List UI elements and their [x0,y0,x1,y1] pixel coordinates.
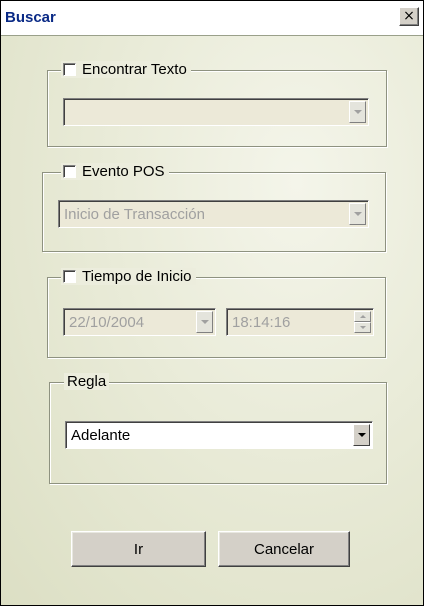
start-time-group: Tiempo de Inicio 22/10/2004 18:14:16 [47,268,386,358]
find-text-dropdown-button[interactable] [349,101,366,123]
rule-dropdown-button[interactable] [353,424,370,446]
pos-event-combo[interactable]: Inicio de Transacción [58,200,369,228]
chevron-down-icon [353,212,362,216]
spin-up-button[interactable] [354,311,371,322]
start-time-label: Tiempo de Inicio [82,268,192,285]
window-title: Buscar [5,9,56,26]
start-date-picker[interactable]: 22/10/2004 [63,308,216,336]
close-icon: × [403,8,415,24]
pos-event-dropdown-button[interactable] [349,203,366,225]
find-text-checkbox[interactable] [63,63,76,76]
rule-label: Regla [64,373,110,390]
arrow-up-icon [359,315,366,318]
time-spin-buttons[interactable] [354,311,371,333]
cancel-button-label: Cancelar [253,540,315,558]
find-dialog: Buscar × Encontrar Texto Evento POS Inic… [0,0,424,606]
chevron-down-icon [200,320,209,324]
start-date-value: 22/10/2004 [69,314,145,331]
pos-event-checkbox[interactable] [63,165,76,178]
start-time-spinner[interactable]: 18:14:16 [226,308,374,336]
go-button[interactable]: Ir [71,531,206,567]
start-date-dropdown-button[interactable] [196,311,213,333]
chevron-down-icon [353,110,362,114]
title-bar[interactable]: Buscar × [1,1,423,36]
start-time-value: 18:14:16 [232,314,291,331]
cancel-button[interactable]: Cancelar [218,531,350,567]
arrow-down-icon [359,326,366,329]
close-button[interactable]: × [399,7,419,26]
pos-event-label: Evento POS [82,163,165,180]
pos-event-group: Evento POS Inicio de Transacción [42,163,386,252]
rule-combo[interactable]: Adelante [65,421,373,449]
find-text-label: Encontrar Texto [82,61,187,78]
go-button-label: Ir [133,540,144,558]
rule-value: Adelante [71,427,131,444]
rule-group: Regla Adelante [49,373,387,484]
spin-down-button[interactable] [354,322,371,333]
chevron-down-icon [357,433,366,437]
pos-event-value: Inicio de Transacción [64,206,205,223]
start-time-checkbox[interactable] [63,270,76,283]
find-text-combo[interactable] [63,98,369,126]
find-text-group: Encontrar Texto [47,61,387,147]
